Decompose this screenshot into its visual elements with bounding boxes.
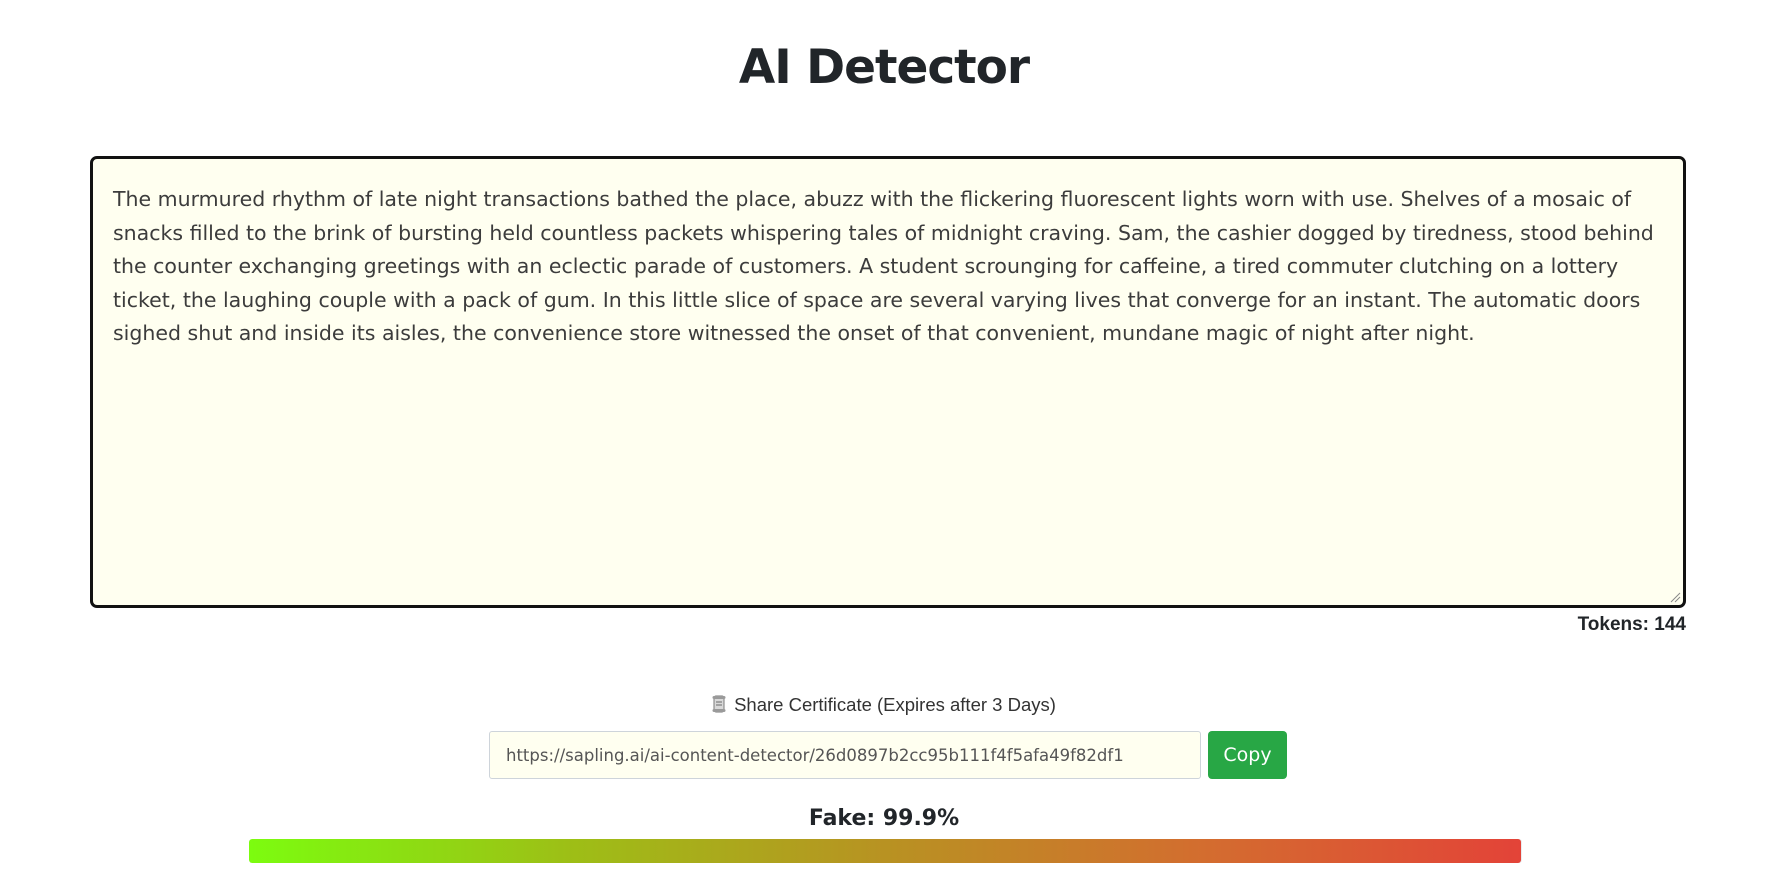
verdict-label: Fake: 99.9% — [808, 806, 960, 831]
resize-handle-icon[interactable] — [1669, 591, 1681, 603]
text-input[interactable]: The murmured rhythm of late night transa… — [90, 156, 1686, 608]
verdict-bar — [249, 839, 1522, 863]
share-url-field[interactable] — [489, 731, 1201, 779]
copy-button[interactable]: Copy — [1208, 731, 1287, 779]
token-count: Tokens: 144 — [1577, 614, 1686, 635]
scroll-icon — [712, 695, 726, 713]
verdict-bar-fill — [249, 839, 1521, 863]
text-input-content: The murmured rhythm of late night transa… — [113, 187, 1654, 345]
page-title: AI Detector — [738, 40, 1030, 95]
share-certificate-label: Share Certificate (Expires after 3 Days) — [0, 694, 1768, 716]
share-certificate-text: Share Certificate (Expires after 3 Days) — [734, 694, 1056, 715]
share-row: Copy — [489, 731, 1287, 779]
